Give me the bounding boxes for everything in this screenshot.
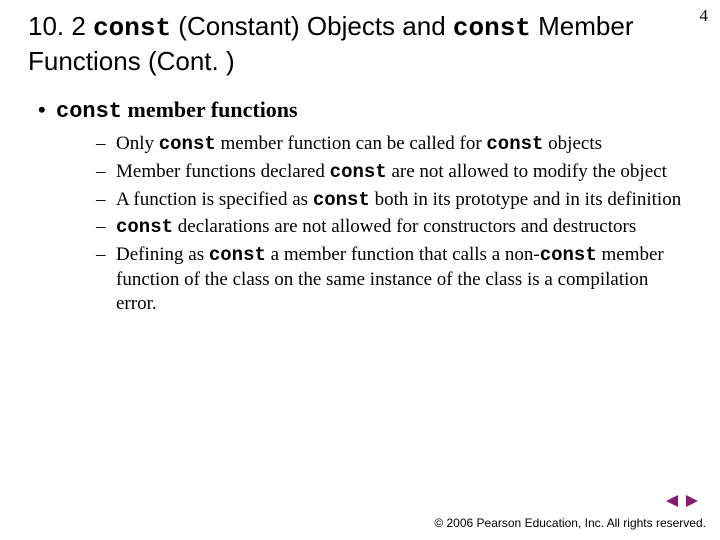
title-mid: (Constant) Objects and [171, 11, 453, 41]
bullet-text: member functions [122, 97, 298, 122]
text: member function can be called for [216, 133, 487, 154]
slide-body: const member functions Only const member… [28, 97, 692, 315]
text: are not allowed to modify the object [387, 161, 667, 182]
code: const [330, 161, 387, 183]
slide: 4 10. 2 const (Constant) Objects and con… [0, 0, 720, 540]
text: Member functions declared [116, 161, 330, 182]
code: const [116, 216, 173, 238]
title-prefix: 10. 2 [28, 11, 93, 41]
text: A function is specified as [116, 189, 313, 210]
next-icon[interactable] [684, 492, 700, 509]
list-item: Member functions declared const are not … [96, 160, 692, 185]
text: Only [116, 133, 159, 154]
bullet-code: const [56, 99, 122, 124]
bullet-level-1: const member functions [38, 97, 692, 124]
copyright: © 2006 Pearson Education, Inc. All right… [434, 516, 706, 530]
code: const [159, 133, 216, 155]
code: const [486, 133, 543, 155]
list-item: Only const member function can be called… [96, 132, 692, 157]
text: both in its prototype and in its definit… [370, 189, 681, 210]
text: a member function that calls a non- [266, 244, 540, 265]
list-item: Defining as const a member function that… [96, 243, 692, 315]
code: const [313, 189, 370, 211]
prev-icon[interactable] [664, 492, 684, 509]
code: const [209, 244, 266, 266]
text: Defining as [116, 244, 209, 265]
list-item: const declarations are not allowed for c… [96, 215, 692, 240]
list-item: A function is specified as const both in… [96, 188, 692, 213]
nav-controls [664, 492, 700, 510]
slide-title: 10. 2 const (Constant) Objects and const… [28, 10, 692, 77]
page-number: 4 [700, 6, 709, 26]
code: const [540, 244, 597, 266]
title-code-2: const [453, 13, 531, 43]
text: declarations are not allowed for constru… [173, 216, 636, 237]
title-code-1: const [93, 13, 171, 43]
text: objects [543, 133, 602, 154]
sub-list: Only const member function can be called… [38, 132, 692, 315]
